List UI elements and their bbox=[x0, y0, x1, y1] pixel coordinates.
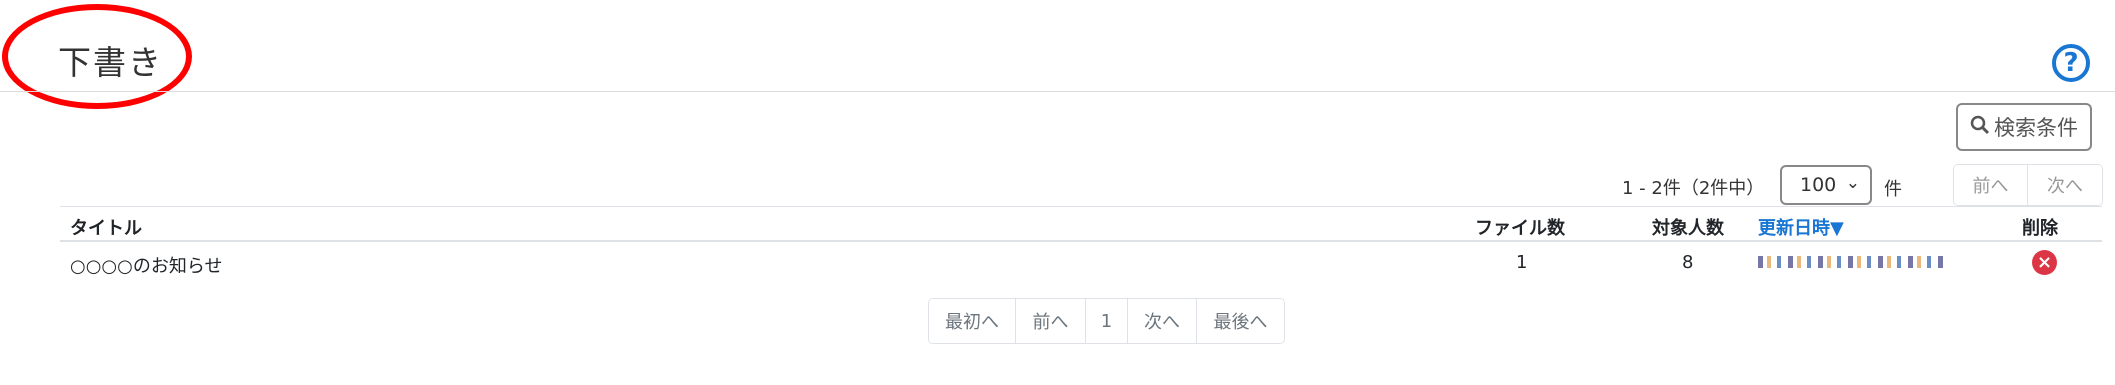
first-page-button[interactable]: 最初へ bbox=[929, 299, 1016, 343]
page-size-value: 100 bbox=[1800, 174, 1837, 196]
col-recipients[interactable]: 対象人数 bbox=[1652, 214, 1724, 240]
bottom-pagination: 最初へ 前へ 1 次へ 最後へ bbox=[928, 298, 1285, 344]
row-files: 1 bbox=[1516, 252, 1528, 273]
page-size-unit: 件 bbox=[1884, 179, 1902, 200]
top-pagination: 前へ 次へ bbox=[1953, 164, 2103, 206]
delete-icon[interactable]: × bbox=[2032, 250, 2057, 275]
page-size-select[interactable]: 100 ⌄ bbox=[1780, 165, 1872, 205]
search-conditions-label: 検索条件 bbox=[1994, 116, 2078, 140]
col-updated[interactable]: 更新日時▼ bbox=[1758, 214, 1844, 240]
col-files[interactable]: ファイル数 bbox=[1475, 214, 1565, 240]
result-count: 1 - 2件（2件中） bbox=[1622, 178, 1765, 199]
page-number-button[interactable]: 1 bbox=[1086, 299, 1128, 343]
chevron-down-icon: ⌄ bbox=[1845, 173, 1860, 193]
search-conditions-button[interactable]: 検索条件 bbox=[1956, 103, 2092, 151]
page-title: 下書き bbox=[58, 43, 163, 82]
table-header: タイトル ファイル数 対象人数 更新日時▼ 削除 bbox=[60, 206, 2102, 242]
next-page-button[interactable]: 次へ bbox=[1128, 299, 1197, 343]
col-title[interactable]: タイトル bbox=[70, 214, 142, 240]
prev-page-button[interactable]: 前へ bbox=[1016, 299, 1086, 343]
search-icon bbox=[1970, 115, 1990, 140]
top-next-button[interactable]: 次へ bbox=[2028, 165, 2102, 205]
col-delete: 削除 bbox=[2022, 218, 2058, 239]
header-divider bbox=[0, 91, 2115, 92]
row-recipients: 8 bbox=[1682, 252, 1694, 273]
help-icon[interactable]: ? bbox=[2052, 44, 2090, 82]
row-title[interactable]: ○○○○のお知らせ bbox=[70, 252, 222, 278]
top-prev-button[interactable]: 前へ bbox=[1954, 165, 2028, 205]
last-page-button[interactable]: 最後へ bbox=[1197, 299, 1284, 343]
row-updated-redacted bbox=[1758, 256, 1944, 268]
